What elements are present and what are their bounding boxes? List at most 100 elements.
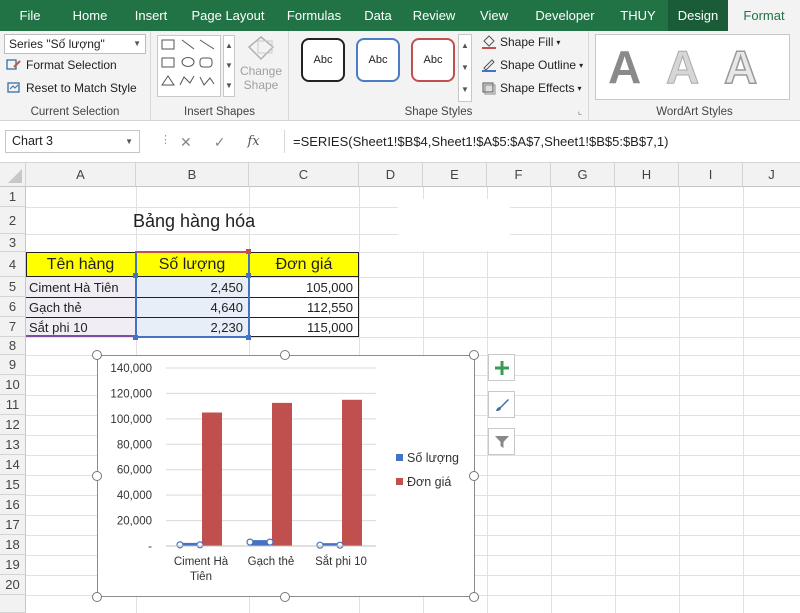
cell-b7[interactable]: 2,230 (136, 318, 249, 337)
wordart-style-fill[interactable]: A (665, 40, 699, 94)
chart-styles-button[interactable] (488, 391, 515, 418)
name-box-value: Chart 3 (12, 134, 53, 148)
shape-style-preset-black[interactable]: Abc (301, 38, 345, 82)
cell-c5[interactable]: 105,000 (249, 278, 359, 297)
table-title[interactable]: Bảng hàng hóa (130, 209, 258, 233)
row-header-20[interactable]: 20 (0, 575, 26, 595)
column-header-j[interactable]: J (743, 163, 800, 187)
reset-to-match-style-button[interactable]: Reset to Match Style (6, 81, 137, 95)
cell-a7[interactable]: Sắt phi 10 (26, 318, 136, 337)
insert-function-icon[interactable]: fx (247, 134, 259, 151)
column-header-a[interactable]: A (26, 163, 136, 187)
header-ten-hang[interactable]: Tên hàng (26, 253, 136, 277)
row-header-5[interactable]: 5 (0, 277, 26, 297)
name-box[interactable]: Chart 3 ▼ (5, 130, 140, 153)
column-header-d[interactable]: D (359, 163, 423, 187)
chart-resize-handle[interactable] (92, 471, 102, 481)
select-all-corner[interactable] (0, 163, 26, 187)
shapes-gallery-scroll[interactable]: ▲ ▼ ▼ (223, 35, 235, 97)
chart-3[interactable]: - 20,000 40,000 60,000 80,000 100,000 120,000 1… (97, 355, 475, 597)
range-handle[interactable] (246, 273, 251, 278)
more-options-icon[interactable]: ⋮ (160, 133, 171, 146)
shape-style-preset-red[interactable]: Abc (411, 38, 455, 82)
tab-home[interactable]: Home (60, 0, 120, 31)
column-header-f[interactable]: F (487, 163, 551, 187)
tab-data[interactable]: Data (354, 0, 402, 31)
cell-a5[interactable]: Ciment Hà Tiên (26, 278, 136, 297)
enter-icon[interactable]: ✓ (214, 134, 226, 151)
cancel-icon[interactable]: ✕ (180, 134, 192, 151)
row-header-16[interactable]: 16 (0, 495, 26, 515)
row-header-14[interactable]: 14 (0, 455, 26, 475)
row-header-2[interactable]: 2 (0, 207, 26, 234)
tab-thuy[interactable]: THUY (608, 0, 668, 31)
row-header-9[interactable]: 9 (0, 355, 26, 375)
cell-c6[interactable]: 112,550 (249, 298, 359, 317)
row-header-18[interactable]: 18 (0, 535, 26, 555)
chart-filters-button[interactable] (488, 428, 515, 455)
wordart-gallery[interactable]: A A A (595, 34, 790, 100)
header-don-gia[interactable]: Đơn giá (249, 253, 359, 277)
tab-format[interactable]: Format (728, 0, 800, 31)
row-header-6[interactable]: 6 (0, 297, 26, 317)
range-handle[interactable] (246, 249, 251, 254)
shape-effects-button[interactable]: Shape Effects ▾ (481, 81, 582, 95)
column-header-b[interactable]: B (136, 163, 249, 187)
tab-view[interactable]: View (466, 0, 522, 31)
change-shape-label-2: Shape (243, 78, 279, 92)
chart-resize-handle[interactable] (469, 471, 479, 481)
chart-elements-dropdown[interactable]: Series "Số lượng" ▼ (4, 34, 146, 54)
row-header-13[interactable]: 13 (0, 435, 26, 455)
tab-developer[interactable]: Developer (522, 0, 608, 31)
row-header-15[interactable]: 15 (0, 475, 26, 495)
row-header-1[interactable]: 1 (0, 187, 26, 207)
range-handle[interactable] (133, 335, 138, 340)
column-header-e[interactable]: E (423, 163, 487, 187)
row-header-10[interactable]: 10 (0, 375, 26, 395)
chart-resize-handle[interactable] (469, 592, 479, 602)
tab-design[interactable]: Design (668, 0, 728, 31)
cell-b5[interactable]: 2,450 (136, 278, 249, 297)
chart-resize-handle[interactable] (469, 350, 479, 360)
row-header-8[interactable]: 8 (0, 337, 26, 355)
chart-elements-button[interactable] (488, 354, 515, 381)
wordart-style-outline[interactable]: A (723, 40, 758, 94)
row-header-21[interactable] (0, 595, 26, 613)
row-header-19[interactable]: 19 (0, 555, 26, 575)
range-handle[interactable] (133, 273, 138, 278)
range-handle[interactable] (246, 335, 251, 340)
shape-fill-button[interactable]: Shape Fill ▾ (481, 35, 560, 49)
chart-resize-handle[interactable] (280, 592, 290, 602)
change-shape-button[interactable]: Change Shape (236, 35, 286, 101)
cell-c7[interactable]: 115,000 (249, 318, 359, 337)
blank-region (398, 199, 510, 251)
chart-resize-handle[interactable] (92, 350, 102, 360)
cell-b6[interactable]: 4,640 (136, 298, 249, 317)
chart-resize-handle[interactable] (280, 350, 290, 360)
row-header-4[interactable]: 4 (0, 252, 26, 277)
column-header-g[interactable]: G (551, 163, 615, 187)
tab-formulas[interactable]: Formulas (274, 0, 354, 31)
wordart-style-plain[interactable]: A (608, 40, 641, 94)
column-header-h[interactable]: H (615, 163, 679, 187)
shape-styles-scroll[interactable]: ▲ ▼ ▼ (458, 34, 472, 102)
tab-insert[interactable]: Insert (120, 0, 182, 31)
shape-outline-button[interactable]: Shape Outline ▾ (481, 58, 583, 72)
shape-style-preset-blue[interactable]: Abc (356, 38, 400, 82)
row-header-11[interactable]: 11 (0, 395, 26, 415)
shapes-gallery[interactable] (157, 35, 221, 97)
chart-plot-svg[interactable]: - 20,000 40,000 60,000 80,000 100,000 120,000 1… (98, 356, 474, 596)
format-selection-button[interactable]: Format Selection (6, 58, 117, 72)
tab-review[interactable]: Review (402, 0, 466, 31)
column-header-i[interactable]: I (679, 163, 743, 187)
formula-input[interactable]: =SERIES(Sheet1!$B$4,Sheet1!$A$5:$A$7,She… (284, 130, 796, 153)
row-header-17[interactable]: 17 (0, 515, 26, 535)
row-header-7[interactable]: 7 (0, 317, 26, 337)
cell-a6[interactable]: Gạch thẻ (26, 298, 136, 317)
column-header-c[interactable]: C (249, 163, 359, 187)
row-header-3[interactable]: 3 (0, 234, 26, 252)
row-header-12[interactable]: 12 (0, 415, 26, 435)
tab-page-layout[interactable]: Page Layout (182, 0, 274, 31)
tab-file[interactable]: File (0, 0, 60, 31)
chart-resize-handle[interactable] (92, 592, 102, 602)
